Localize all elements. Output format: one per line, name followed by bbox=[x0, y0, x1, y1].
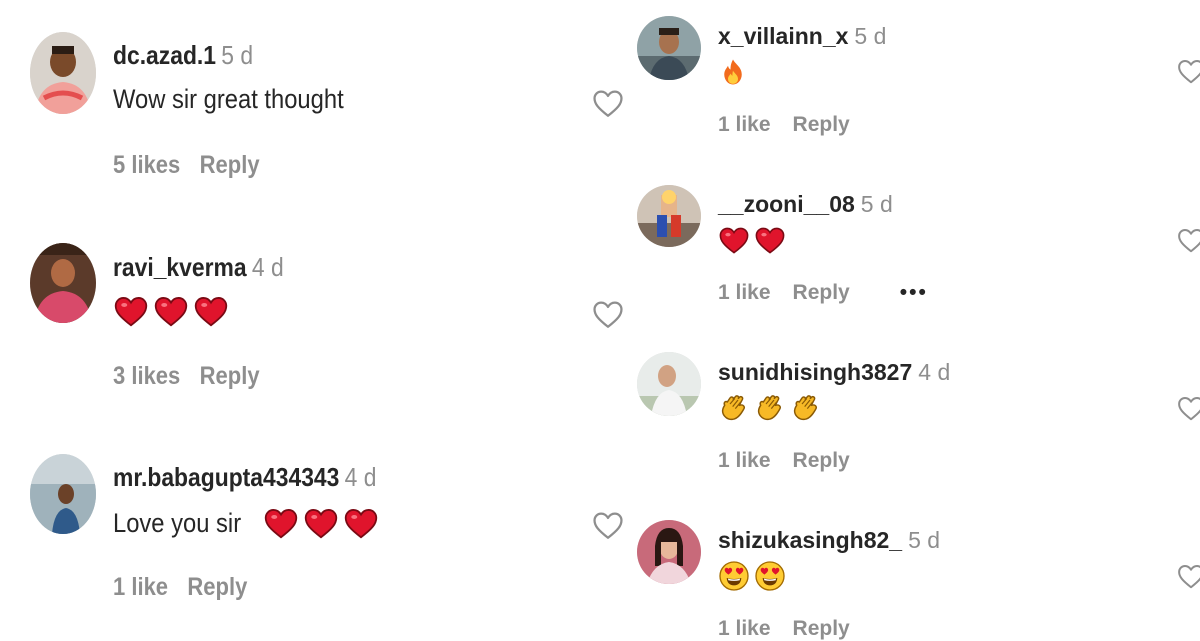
timestamp[interactable]: 4 d bbox=[918, 359, 950, 385]
username[interactable]: mr.babagupta434343 bbox=[113, 462, 339, 492]
comment-actions: 1 like Reply ••• bbox=[718, 281, 950, 305]
comment-header: __zooni__08 5 d bbox=[718, 191, 893, 218]
red-heart-icon bbox=[343, 505, 379, 541]
comment-header: shizukasingh82_ 5 d bbox=[718, 527, 940, 554]
timestamp[interactable]: 4 d bbox=[252, 252, 284, 282]
comment-body: Love you sir bbox=[113, 505, 379, 541]
timestamp[interactable]: 5 d bbox=[221, 40, 253, 70]
red-heart-icon bbox=[113, 293, 149, 329]
red-heart-icon bbox=[718, 224, 750, 256]
timestamp[interactable]: 5 d bbox=[908, 527, 940, 553]
comment-emojis bbox=[263, 505, 379, 541]
reply-button[interactable]: Reply bbox=[793, 113, 850, 136]
likes-count[interactable]: 1 like bbox=[718, 617, 771, 640]
likes-count[interactable]: 3 likes bbox=[113, 362, 180, 390]
username[interactable]: dc.azad.1 bbox=[113, 40, 216, 70]
comment-text: Love you sir bbox=[113, 507, 242, 538]
like-heart-icon[interactable] bbox=[1176, 561, 1200, 591]
clapping-hands-icon bbox=[754, 392, 786, 424]
reply-button[interactable]: Reply bbox=[793, 617, 850, 640]
likes-count[interactable]: 1 like bbox=[718, 449, 771, 472]
avatar[interactable] bbox=[30, 32, 96, 114]
comment-actions: 1 like Reply bbox=[718, 617, 872, 641]
like-heart-icon[interactable] bbox=[1176, 393, 1200, 423]
avatar[interactable] bbox=[637, 16, 701, 80]
likes-count[interactable]: 1 like bbox=[718, 281, 771, 304]
avatar[interactable] bbox=[637, 352, 701, 416]
comment-emojis bbox=[718, 224, 786, 256]
avatar[interactable] bbox=[637, 185, 701, 247]
comment-emojis bbox=[718, 560, 786, 592]
comment-actions: 1 like Reply bbox=[718, 113, 872, 137]
comment-actions: 5 likes Reply bbox=[113, 151, 279, 180]
more-options-icon[interactable]: ••• bbox=[900, 281, 928, 304]
timestamp[interactable]: 5 d bbox=[854, 23, 886, 49]
red-heart-icon bbox=[303, 505, 339, 541]
reply-button[interactable]: Reply bbox=[793, 449, 850, 472]
likes-count[interactable]: 1 like bbox=[113, 573, 168, 601]
comment-emojis bbox=[113, 293, 229, 329]
reply-button[interactable]: Reply bbox=[187, 573, 247, 601]
username[interactable]: shizukasingh82_ bbox=[718, 527, 902, 553]
like-heart-icon[interactable] bbox=[591, 297, 625, 331]
username[interactable]: x_villainn_x bbox=[718, 23, 848, 49]
timestamp[interactable]: 4 d bbox=[345, 462, 377, 492]
reply-button[interactable]: Reply bbox=[793, 281, 850, 304]
heart-eyes-face-icon bbox=[718, 560, 750, 592]
username[interactable]: __zooni__08 bbox=[718, 191, 855, 217]
red-heart-icon bbox=[263, 505, 299, 541]
comment-header: dc.azad.1 5 d bbox=[113, 40, 253, 71]
comment-header: x_villainn_x 5 d bbox=[718, 23, 886, 50]
clapping-hands-icon bbox=[718, 392, 750, 424]
red-heart-icon bbox=[193, 293, 229, 329]
comment-actions: 1 like Reply bbox=[718, 449, 872, 473]
like-heart-icon[interactable] bbox=[1176, 225, 1200, 255]
comment-header: mr.babagupta434343 4 d bbox=[113, 462, 376, 493]
like-heart-icon[interactable] bbox=[1176, 56, 1200, 86]
likes-count[interactable]: 1 like bbox=[718, 113, 771, 136]
fire-icon bbox=[718, 57, 748, 87]
avatar[interactable] bbox=[637, 520, 701, 584]
timestamp[interactable]: 5 d bbox=[861, 191, 893, 217]
comment-text: Wow sir great thought bbox=[113, 84, 344, 114]
heart-eyes-face-icon bbox=[754, 560, 786, 592]
clapping-hands-icon bbox=[790, 392, 822, 424]
avatar[interactable] bbox=[30, 243, 96, 323]
comment-header: ravi_kverma 4 d bbox=[113, 252, 284, 283]
likes-count[interactable]: 5 likes bbox=[113, 151, 180, 179]
reply-button[interactable]: Reply bbox=[200, 362, 260, 390]
like-heart-icon[interactable] bbox=[591, 86, 625, 120]
comment-emojis bbox=[718, 392, 822, 424]
comment-actions: 3 likes Reply bbox=[113, 362, 279, 391]
red-heart-icon bbox=[754, 224, 786, 256]
comment-emojis bbox=[718, 57, 748, 87]
comment-actions: 1 like Reply bbox=[113, 573, 267, 602]
red-heart-icon bbox=[153, 293, 189, 329]
username[interactable]: ravi_kverma bbox=[113, 252, 247, 282]
like-heart-icon[interactable] bbox=[591, 508, 625, 542]
avatar[interactable] bbox=[30, 454, 96, 534]
comment-header: sunidhisingh3827 4 d bbox=[718, 359, 950, 386]
reply-button[interactable]: Reply bbox=[200, 151, 260, 179]
username[interactable]: sunidhisingh3827 bbox=[718, 359, 912, 385]
